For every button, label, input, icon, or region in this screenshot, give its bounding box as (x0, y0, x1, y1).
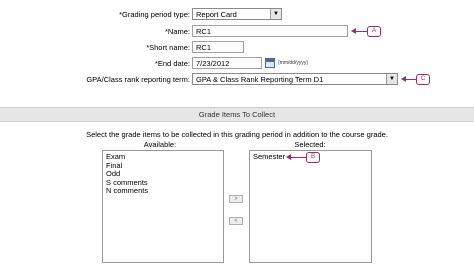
grade-items-instructions: Select the grade items to be collected i… (86, 130, 388, 139)
calendar-icon[interactable] (265, 58, 275, 68)
end-date-format-hint: (mm/dd/yyyy) (278, 60, 308, 66)
callout-b-pointer (286, 154, 291, 160)
callout-a-line (355, 31, 367, 32)
gpa-term-value: GPA & Class Rank Reporting Term D1 (196, 75, 324, 84)
end-date-label: *End date: (154, 59, 190, 68)
callout-c-badge: C (416, 74, 430, 85)
add-button[interactable]: > (229, 195, 243, 203)
list-item[interactable]: Exam (106, 152, 220, 162)
selected-listbox[interactable]: Semester (249, 150, 372, 263)
name-input[interactable]: RC1 (192, 25, 348, 37)
list-item[interactable]: N comments (106, 186, 220, 196)
callout-c-line (405, 79, 416, 80)
short-name-label: *Short name: (146, 43, 190, 52)
gpa-term-select[interactable]: GPA & Class Rank Reporting Term D1 ▼ (192, 73, 398, 85)
end-date-input[interactable]: 7/23/2012 (192, 57, 262, 69)
grade-items-section-title: Grade Items To Collect (0, 107, 474, 122)
callout-b-badge: B (306, 152, 320, 163)
callout-b-line (290, 157, 307, 158)
chevron-down-icon: ▼ (386, 74, 397, 84)
chevron-down-icon: ▼ (270, 9, 281, 19)
available-listbox[interactable]: Exam Final Odd S comments N comments (102, 150, 224, 263)
grading-period-type-select[interactable]: Report Card ▼ (192, 8, 282, 20)
remove-button[interactable]: < (229, 217, 243, 225)
name-label: *Name: (164, 27, 190, 36)
short-name-input[interactable]: RC1 (192, 41, 244, 53)
callout-a-pointer (351, 28, 356, 34)
grading-period-type-label: *Grading period type: (119, 10, 190, 19)
grading-period-type-value: Report Card (196, 10, 237, 19)
available-label: Available: (143, 140, 177, 149)
gpa-term-label: GPA/Class rank reporting term: (86, 75, 190, 84)
callout-a-badge: A (367, 26, 381, 37)
selected-label: Selected: (294, 140, 326, 149)
list-item[interactable]: Final (106, 161, 220, 171)
callout-c-pointer (401, 76, 406, 82)
